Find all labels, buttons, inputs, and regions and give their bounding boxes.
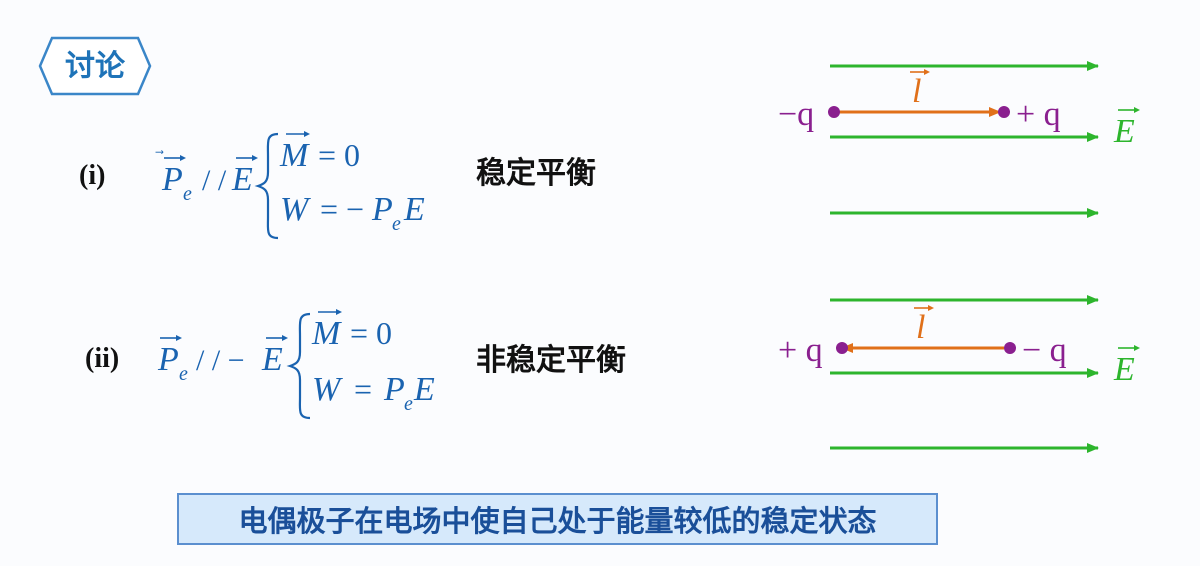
right-charge-label: + q — [1016, 96, 1061, 133]
svg-text:W: W — [312, 371, 343, 408]
case2-torque-eq: M = 0 — [311, 309, 392, 352]
field-label: E — [1113, 113, 1135, 150]
left-charge-label: −q — [778, 96, 814, 133]
summary-text: 电偶极子在电场中使自己处于能量较低的稳定状态 — [238, 504, 877, 538]
case1-torque-eq: M = 0 — [279, 131, 360, 174]
svg-text:E: E — [403, 191, 425, 228]
vector-l-label: l — [912, 73, 921, 110]
case2-condition: P e / / − E — [157, 335, 288, 385]
case1-formula: P ⃗ e / / E M = 0 W = − P e E — [155, 131, 425, 240]
summary-box: 电偶极子在电场中使自己处于能量较低的稳定状态 — [177, 493, 938, 545]
svg-text:e: e — [183, 183, 192, 205]
svg-text:= 0: = 0 — [318, 137, 360, 173]
discussion-badge: 讨论 — [38, 36, 152, 96]
diagram2: + q − q l E — [778, 295, 1140, 453]
case2-formula: P e / / − E M = 0 W = P e E — [157, 309, 435, 420]
field-diagrams: −q + q l E + q − q l E — [778, 61, 1140, 453]
svg-text:P: P — [157, 341, 179, 378]
svg-text:M: M — [279, 137, 310, 174]
svg-text:W: W — [280, 191, 311, 228]
svg-text:E: E — [413, 371, 435, 408]
case1-description: 稳定平衡 — [476, 156, 596, 191]
left-charge-label: + q — [778, 332, 823, 369]
positive-charge — [998, 106, 1010, 118]
case1-energy-eq: W = − P e E — [280, 191, 425, 235]
svg-text:E: E — [261, 341, 283, 378]
case2-description: 非稳定平衡 — [476, 343, 626, 378]
svg-text:=: = — [354, 371, 372, 407]
negative-charge — [1004, 342, 1016, 354]
svg-text:E: E — [231, 161, 253, 198]
case2-energy-eq: W = P e E — [312, 371, 435, 415]
field-label: E — [1113, 351, 1135, 388]
diagram1: −q + q l E — [778, 61, 1140, 218]
svg-text:e: e — [404, 393, 413, 415]
case1-condition: P ⃗ e / / E — [155, 150, 258, 205]
svg-text:/ / −: / / − — [196, 344, 245, 377]
badge-text: 讨论 — [65, 49, 126, 84]
svg-text:/ /: / / — [202, 164, 227, 197]
right-charge-label: − q — [1022, 332, 1067, 369]
negative-charge — [828, 106, 840, 118]
svg-text:= −: = − — [320, 191, 364, 227]
case2-label: (ii) — [85, 343, 120, 374]
vector-l-label: l — [916, 309, 925, 346]
svg-text:e: e — [392, 213, 401, 235]
positive-charge — [836, 342, 848, 354]
svg-text:M: M — [311, 315, 342, 352]
svg-text:P: P — [383, 371, 405, 408]
svg-text:P: P — [371, 191, 393, 228]
svg-text:= 0: = 0 — [350, 315, 392, 351]
case1-label: (i) — [79, 160, 106, 191]
svg-text:e: e — [179, 363, 188, 385]
svg-text:P: P — [161, 161, 183, 198]
svg-text:⃗: ⃗ — [155, 150, 164, 154]
